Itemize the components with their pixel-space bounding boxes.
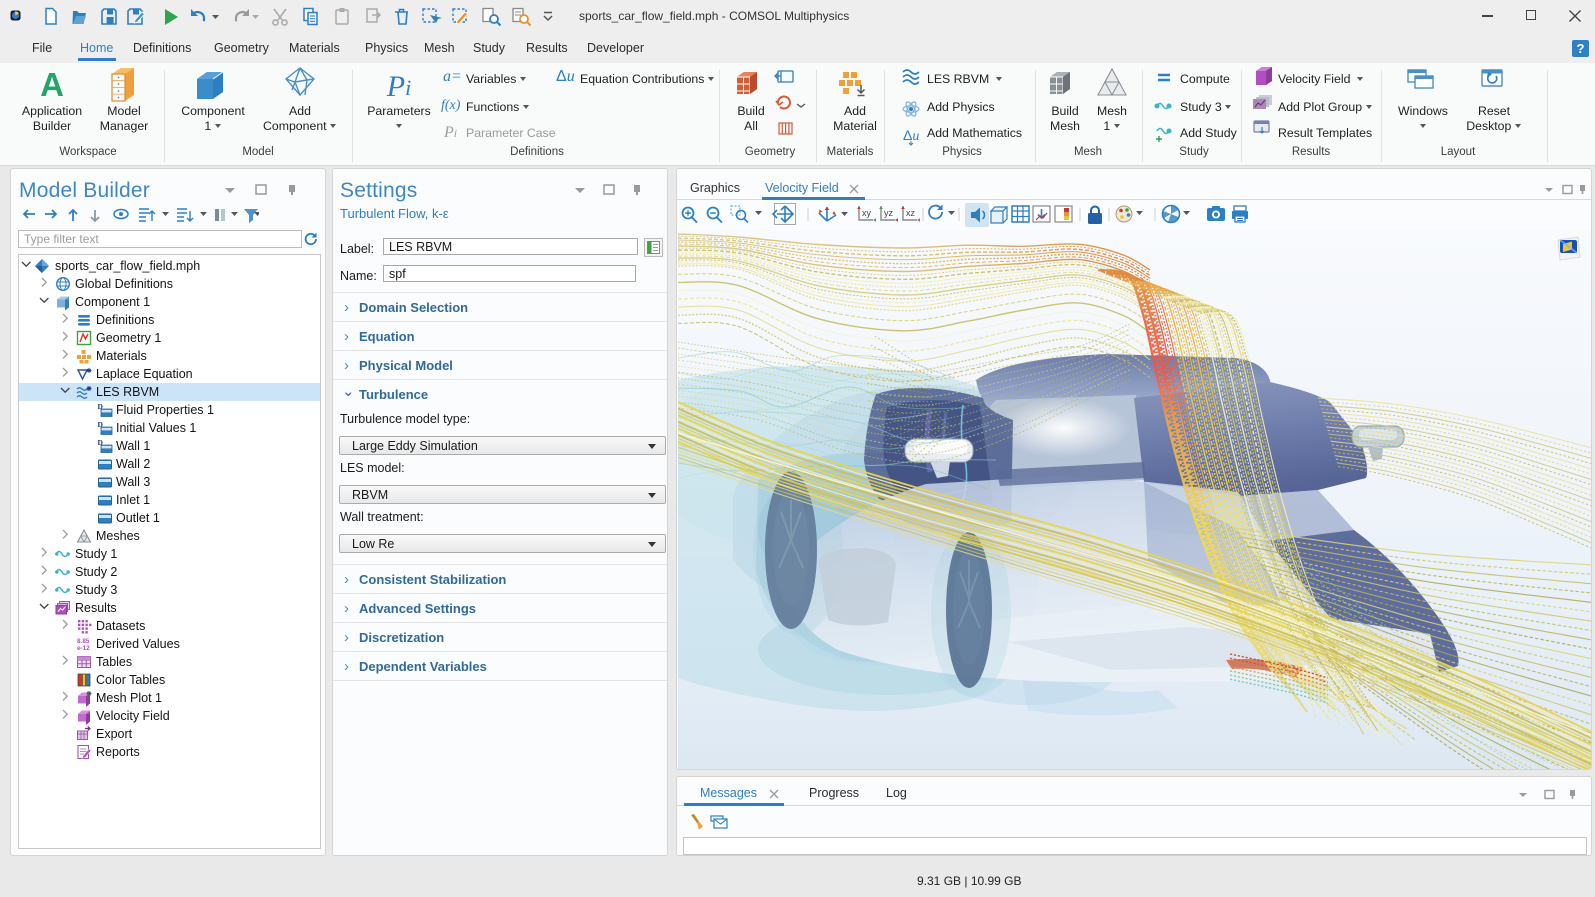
svg-text:Δu: Δu: [556, 68, 575, 85]
svg-text:xy: xy: [862, 208, 872, 218]
svg-text:yz: yz: [884, 208, 894, 218]
svg-text:a=: a=: [443, 68, 462, 85]
svg-text:xz: xz: [906, 208, 916, 218]
svg-text:Pi: Pi: [386, 70, 411, 103]
svg-text:f(x): f(x): [441, 98, 461, 113]
svg-text:A: A: [40, 66, 64, 103]
svg-text:Pi: Pi: [443, 124, 457, 141]
